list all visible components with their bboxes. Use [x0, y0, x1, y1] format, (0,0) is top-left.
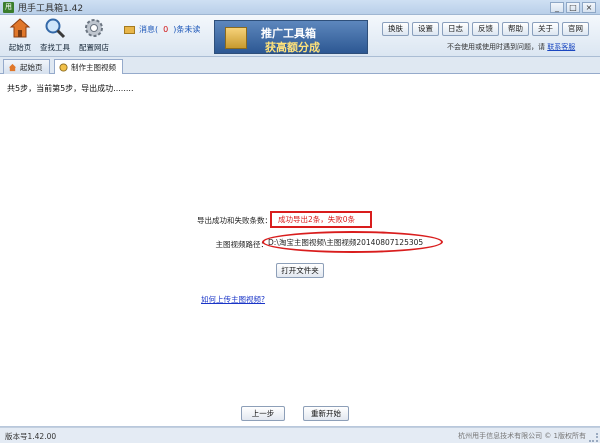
settings-button[interactable]: 设置	[412, 22, 439, 36]
restart-button[interactable]: 重新开始	[303, 406, 349, 421]
gear-icon	[85, 19, 103, 37]
upload-help-link[interactable]: 如何上传主图视频?	[201, 294, 265, 305]
search-tool-button[interactable]: 查找工具	[37, 17, 73, 53]
app-icon: 甩	[3, 2, 14, 13]
maximize-button[interactable]: □	[566, 2, 580, 13]
main-toolbar: 起始页 查找工具 配置网店 消息( 0 )条未读 推广工具箱 获高额分成 换肤 …	[0, 15, 600, 57]
website-button[interactable]: 官网	[562, 22, 589, 36]
banner-line2: 获高额分成	[265, 41, 320, 54]
tab-strip: 起始页 制作主图视频	[0, 58, 600, 75]
support-notice-text: 不会使用或使用时遇到问题，请	[447, 43, 545, 51]
window-title: 甩手工具箱1.42	[18, 4, 84, 14]
message-suffix: )条未读	[173, 25, 201, 34]
promo-banner[interactable]: 推广工具箱 获高额分成	[214, 20, 368, 54]
status-bar: 版本号1.42.00 杭州甩手信息技术有限公司 © 1版权所有	[0, 427, 600, 443]
tab-home-label: 起始页	[20, 62, 43, 72]
tab-home[interactable]: 起始页	[3, 59, 50, 74]
log-button[interactable]: 日志	[442, 22, 469, 36]
main-panel: 共5步，当前第5步，导出成功........ 导出成功和失败条数： 成功导出2条…	[0, 74, 600, 427]
window-controls: _ □ ×	[550, 2, 596, 13]
contact-support-link[interactable]: 联系客服	[547, 43, 575, 51]
about-button[interactable]: 关于	[532, 22, 559, 36]
version-text: 版本号1.42.00	[5, 432, 57, 441]
tab-make-video[interactable]: 制作主图视频	[54, 59, 123, 75]
feedback-button[interactable]: 反馈	[472, 22, 499, 36]
copyright-text: 杭州甩手信息技术有限公司 © 1版权所有	[458, 432, 586, 440]
top-right-buttons: 换肤 设置 日志 反馈 帮助 关于 官网	[382, 22, 589, 36]
tab-make-video-label: 制作主图视频	[71, 63, 116, 72]
video-tab-icon	[59, 63, 68, 72]
skin-button[interactable]: 换肤	[382, 22, 409, 36]
open-folder-button[interactable]: 打开文件夹	[276, 263, 324, 278]
path-label: 主图视频路径：	[215, 240, 269, 249]
previous-step-button[interactable]: 上一步	[241, 406, 285, 421]
result-label: 导出成功和失败条数：	[197, 216, 272, 225]
path-highlight-oval	[262, 231, 443, 253]
envelope-icon	[124, 25, 135, 34]
help-button[interactable]: 帮助	[502, 22, 529, 36]
home-icon	[9, 18, 31, 38]
minimize-button[interactable]: _	[550, 2, 564, 13]
message-prefix: 消息(	[139, 25, 159, 34]
search-icon	[45, 18, 66, 39]
result-value: 成功导出2条，失败0条	[270, 211, 372, 228]
configure-store-button[interactable]: 配置网店	[76, 17, 112, 53]
unread-messages-link[interactable]: 消息( 0 )条未读	[124, 24, 200, 35]
toolbox-icon	[225, 27, 247, 49]
message-count: 0	[163, 25, 169, 34]
home-tool-button[interactable]: 起始页	[2, 17, 38, 53]
configure-store-label: 配置网店	[79, 43, 109, 52]
support-notice: 不会使用或使用时遇到问题，请 联系客服	[447, 42, 575, 52]
search-tool-label: 查找工具	[40, 43, 70, 52]
resize-grip[interactable]	[589, 433, 598, 442]
close-button[interactable]: ×	[582, 2, 596, 13]
title-bar: 甩 甩手工具箱1.42 _ □ ×	[0, 0, 600, 15]
step-status: 共5步，当前第5步，导出成功........	[7, 84, 134, 93]
home-tool-label: 起始页	[8, 43, 32, 52]
home-tab-icon	[8, 63, 17, 71]
